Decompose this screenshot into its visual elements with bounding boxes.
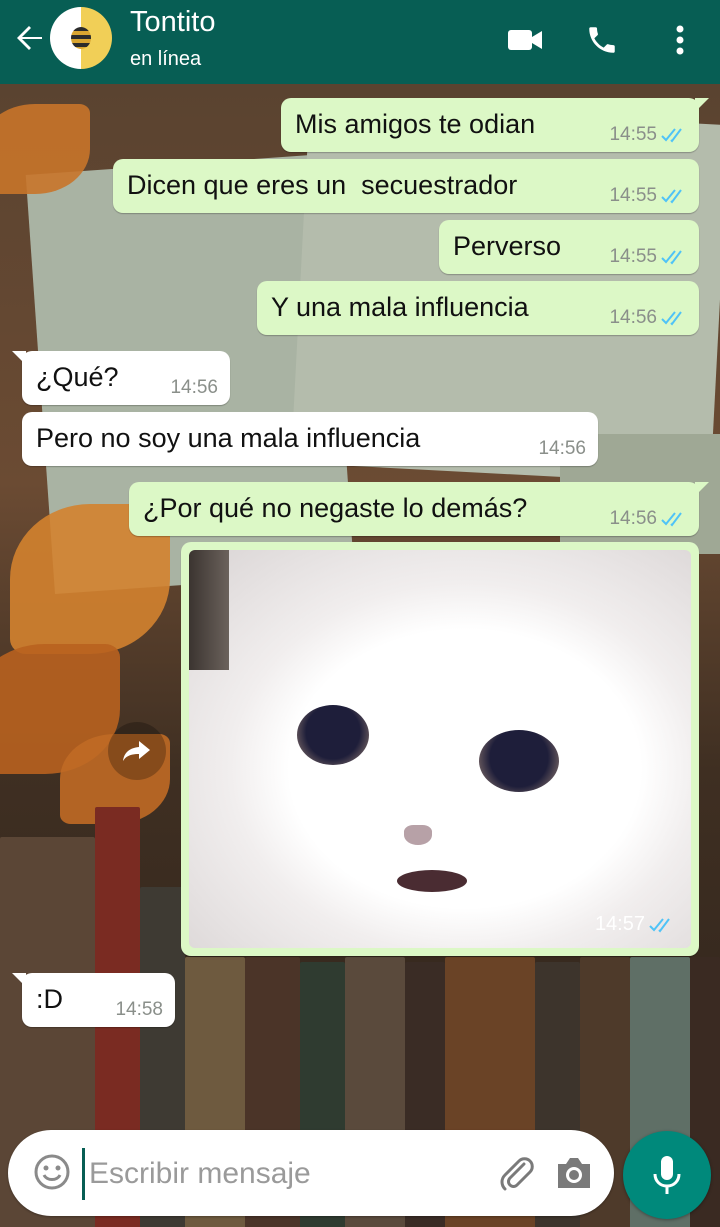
message-time: 14:55 xyxy=(609,246,657,267)
emoji-icon[interactable] xyxy=(32,1152,72,1192)
cat-nose xyxy=(404,825,432,845)
bee-icon xyxy=(71,27,91,49)
double-check-icon xyxy=(661,512,682,527)
camera-icon[interactable] xyxy=(554,1154,594,1192)
outgoing-message[interactable]: Dicen que eres un secuestrador 14:55 xyxy=(113,159,699,213)
attach-icon[interactable] xyxy=(494,1152,536,1194)
double-check-icon xyxy=(649,917,670,933)
message-text: :D xyxy=(36,984,63,1014)
message-text: Perverso xyxy=(453,231,562,261)
message-text: ¿Por qué no negaste lo demás? xyxy=(143,493,528,523)
incoming-message[interactable]: Pero no soy una mala influencia 14:56 xyxy=(22,412,598,466)
incoming-message[interactable]: :D 14:58 xyxy=(12,973,175,1027)
message-text: Dicen que eres un secuestrador xyxy=(127,170,518,200)
message-text: ¿Qué? xyxy=(36,362,119,392)
forward-icon[interactable] xyxy=(108,722,166,780)
double-check-icon xyxy=(661,189,682,204)
contact-avatar[interactable] xyxy=(50,7,112,69)
outgoing-message[interactable]: Y una mala influencia 14:56 xyxy=(257,281,699,335)
message-time: 14:55 xyxy=(609,124,657,145)
double-check-icon xyxy=(661,250,682,265)
message-time: 14:58 xyxy=(115,999,163,1020)
cat-left-eye xyxy=(297,705,369,765)
back-arrow-icon[interactable] xyxy=(12,20,48,56)
message-text: Mis amigos te odian xyxy=(295,109,536,139)
outgoing-message[interactable]: ¿Por qué no negaste lo demás? 14:56 xyxy=(129,482,709,536)
message-input[interactable] xyxy=(82,1148,491,1200)
mic-button[interactable] xyxy=(623,1131,711,1219)
mic-icon xyxy=(653,1156,681,1194)
message-composer xyxy=(8,1130,614,1216)
message-time: 14:56 xyxy=(609,508,657,529)
contact-name[interactable]: Tontito xyxy=(130,6,215,39)
message-time: 14:55 xyxy=(609,185,657,206)
message-time: 14:56 xyxy=(609,307,657,328)
outgoing-message[interactable]: Mis amigos te odian 14:55 xyxy=(281,98,709,152)
double-check-icon xyxy=(661,128,682,143)
message-time: 14:57 xyxy=(594,913,645,935)
message-time: 14:56 xyxy=(538,438,586,459)
crying-cat-image[interactable]: 14:57 xyxy=(189,550,691,948)
image-message[interactable]: 14:57 xyxy=(181,542,699,956)
cat-right-eye xyxy=(479,730,559,792)
message-text: Pero no soy una mala influencia xyxy=(36,423,421,453)
phone-icon[interactable] xyxy=(580,18,624,62)
cat-mouth xyxy=(397,870,467,892)
double-check-icon xyxy=(661,311,682,326)
contact-status: en línea xyxy=(130,48,202,70)
incoming-message[interactable]: ¿Qué? 14:56 xyxy=(12,351,230,405)
message-text: Y una mala influencia xyxy=(271,292,529,322)
video-call-icon[interactable] xyxy=(503,18,547,62)
chat-header: Tontito en línea xyxy=(0,0,720,84)
message-time: 14:56 xyxy=(170,377,218,398)
more-vertical-icon[interactable] xyxy=(658,18,702,62)
outgoing-message[interactable]: Perverso 14:55 xyxy=(439,220,699,274)
